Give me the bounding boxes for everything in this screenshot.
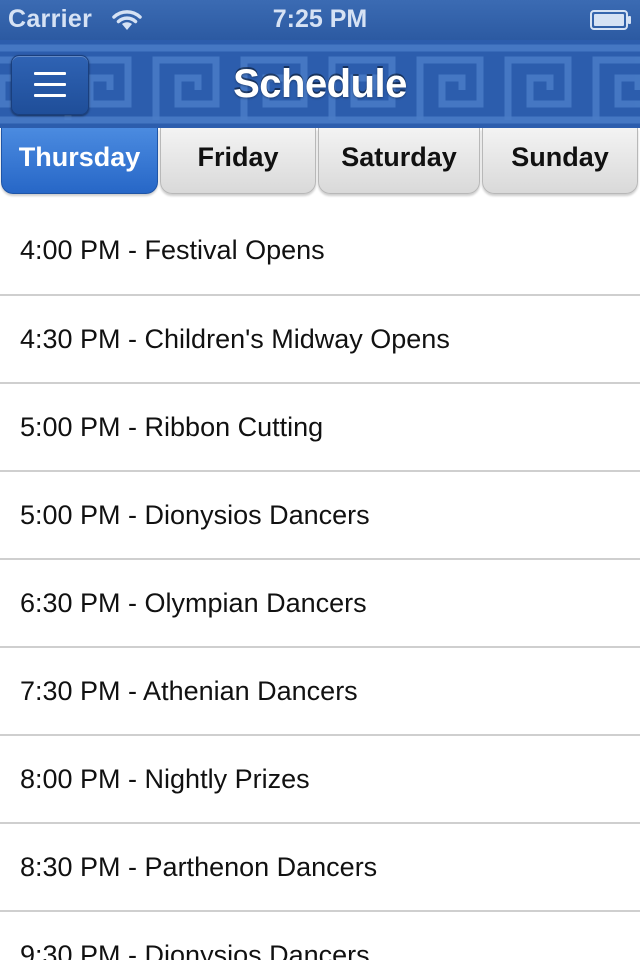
- list-item[interactable]: 7:30 PM - Athenian Dancers: [0, 648, 640, 736]
- schedule-list: 4:00 PM - Festival Opens 4:30 PM - Child…: [0, 208, 640, 960]
- navigation-bar: Schedule: [0, 40, 640, 128]
- list-item[interactable]: 5:00 PM - Dionysios Dancers: [0, 472, 640, 560]
- list-item[interactable]: 4:00 PM - Festival Opens: [0, 208, 640, 296]
- tab-friday[interactable]: Friday: [160, 128, 316, 194]
- status-bar: Carrier 7:25 PM: [0, 0, 640, 40]
- list-item[interactable]: 9:30 PM - Dionysios Dancers: [0, 912, 640, 960]
- day-tabs: Thursday Friday Saturday Sunday: [0, 128, 640, 196]
- app-screen: Carrier 7:25 PM Schedule Thursday Friday…: [0, 0, 640, 960]
- battery-icon: [590, 10, 631, 30]
- page-title: Schedule: [233, 62, 407, 106]
- list-item[interactable]: 8:00 PM - Nightly Prizes: [0, 736, 640, 824]
- status-time: 7:25 PM: [272, 5, 368, 33]
- tab-sunday[interactable]: Sunday: [482, 128, 638, 194]
- list-item[interactable]: 6:30 PM - Olympian Dancers: [0, 560, 640, 648]
- list-item[interactable]: 5:00 PM - Ribbon Cutting: [0, 384, 640, 472]
- list-item[interactable]: 4:30 PM - Children's Midway Opens: [0, 296, 640, 384]
- tab-saturday[interactable]: Saturday: [318, 128, 480, 194]
- tab-thursday[interactable]: Thursday: [1, 128, 158, 194]
- list-item[interactable]: 8:30 PM - Parthenon Dancers: [0, 824, 640, 912]
